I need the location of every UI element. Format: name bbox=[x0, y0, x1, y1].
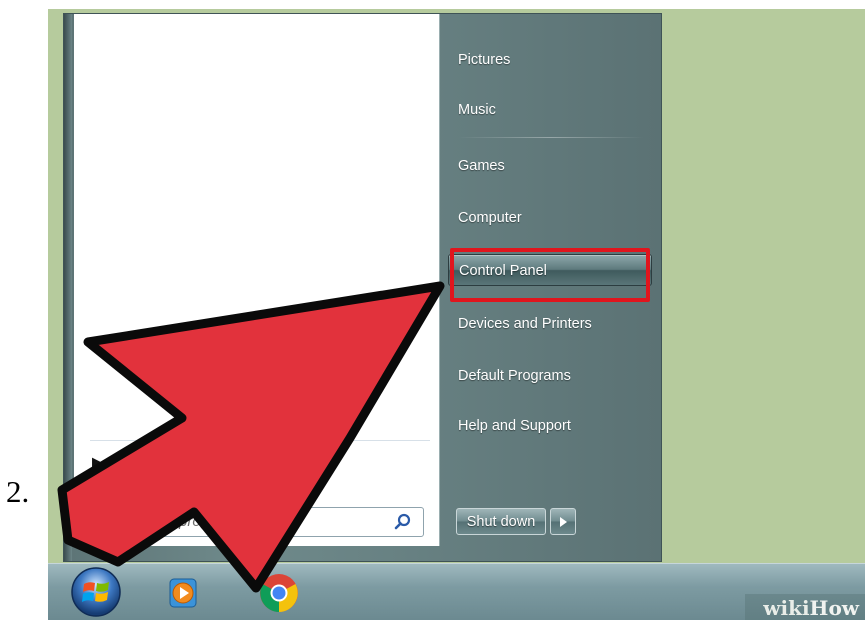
menu-item-default-programs[interactable]: Default Programs bbox=[448, 360, 652, 392]
step-number: 2. bbox=[6, 474, 30, 509]
start-menu: ▶ programs Pictures Music Games Computer… bbox=[63, 13, 662, 562]
programs-pane: ▶ programs bbox=[74, 14, 440, 546]
shutdown-button[interactable]: Shut down bbox=[456, 508, 546, 535]
menu-item-help-and-support[interactable]: Help and Support bbox=[448, 410, 652, 442]
wikihow-watermark: wikiHow bbox=[745, 594, 865, 620]
chrome-icon[interactable] bbox=[258, 572, 300, 614]
all-programs-arrow-icon[interactable]: ▶ bbox=[92, 454, 102, 470]
menu-item-pictures[interactable]: Pictures bbox=[448, 44, 652, 76]
start-menu-right-pane: Pictures Music Games Computer Control Pa… bbox=[440, 14, 661, 561]
search-icon[interactable] bbox=[393, 512, 413, 532]
screenshot-frame: ▶ programs Pictures Music Games Computer… bbox=[48, 9, 865, 620]
search-placeholder: programs bbox=[179, 513, 243, 530]
taskbar: wikiHow bbox=[48, 563, 865, 620]
start-menu-edge bbox=[64, 14, 72, 561]
watermark-suffix: How bbox=[809, 596, 859, 620]
menu-item-music[interactable]: Music bbox=[448, 94, 652, 126]
menu-separator bbox=[458, 137, 644, 138]
menu-item-games[interactable]: Games bbox=[448, 150, 652, 182]
menu-item-devices-and-printers[interactable]: Devices and Printers bbox=[448, 308, 652, 340]
shutdown-options-button[interactable] bbox=[550, 508, 576, 535]
windows-start-orb-icon[interactable] bbox=[70, 566, 122, 618]
media-player-icon[interactable] bbox=[166, 576, 200, 610]
highlight-box bbox=[450, 248, 650, 302]
watermark-prefix: wiki bbox=[763, 596, 810, 620]
menu-item-computer[interactable]: Computer bbox=[448, 202, 652, 234]
search-input[interactable]: programs bbox=[92, 507, 424, 537]
chevron-right-icon bbox=[560, 517, 567, 527]
pane-divider bbox=[90, 440, 430, 441]
